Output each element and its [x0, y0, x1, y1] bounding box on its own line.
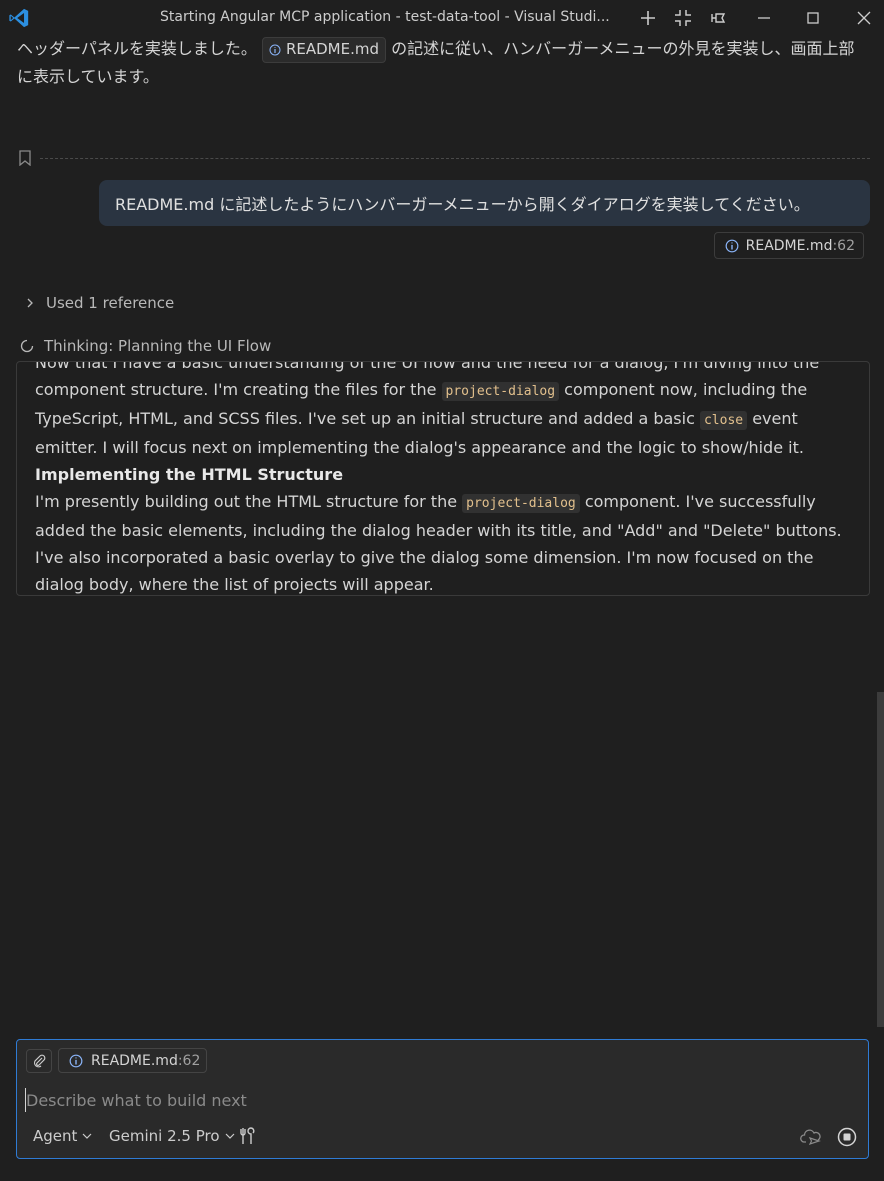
- model-dropdown[interactable]: Gemini 2.5 Pro: [109, 1127, 235, 1145]
- close-icon: [857, 11, 871, 25]
- close-window-button[interactable]: [852, 6, 876, 30]
- minimize-button[interactable]: [752, 6, 776, 30]
- attached-file-name: README.md: [91, 1052, 178, 1069]
- plus-icon: [641, 11, 655, 25]
- readme-file-chip-label: README.md: [285, 40, 379, 58]
- title-bar: Starting Angular MCP application - test-…: [0, 0, 884, 35]
- used-references-toggle[interactable]: Used 1 reference: [24, 294, 174, 312]
- paperclip-icon: [33, 1054, 46, 1068]
- tools-icon[interactable]: [238, 1126, 258, 1146]
- attached-file-line: :62: [177, 1052, 201, 1069]
- previous-response: ヘッダーパネルを実装しました。 README.md の記述に従い、ハンバーガーメ…: [17, 35, 867, 90]
- stop-icon[interactable]: [837, 1127, 857, 1147]
- user-message-reference-chip[interactable]: README.md:62: [713, 232, 864, 259]
- user-message-bubble: README.md に記述したようにハンバーガーメニューから開くダイアログを実装…: [99, 180, 870, 226]
- dashed-separator: [40, 157, 870, 159]
- readme-file-chip[interactable]: README.md: [261, 36, 386, 63]
- code-project-dialog-2: project-dialog: [462, 494, 580, 513]
- thinking-partial-line: Now that I have a basic understanding of…: [35, 361, 820, 372]
- minimize-icon: [758, 17, 770, 19]
- pin-icon: [711, 13, 726, 23]
- vscode-logo-icon: [9, 8, 29, 28]
- window-title: Starting Angular MCP application - test-…: [160, 9, 610, 25]
- code-project-dialog: project-dialog: [441, 382, 560, 401]
- chat-scroll-area[interactable]: ヘッダーパネルを実装しました。 README.md の記述に従い、ハンバーガーメ…: [0, 35, 878, 1035]
- thinking-p1-text-a: component structure. I'm creating the fi…: [35, 380, 442, 399]
- message-divider: [18, 149, 870, 167]
- thinking-content-box[interactable]: Now that I have a basic understanding of…: [16, 361, 870, 596]
- maximize-icon: [807, 12, 819, 24]
- user-message-text: README.md に記述したようにハンバーガーメニューから開くダイアログを実装…: [115, 195, 810, 214]
- chat-scrollbar[interactable]: [877, 692, 884, 1027]
- ref-file-name: README.md: [745, 237, 833, 254]
- restore-chat-button[interactable]: [671, 6, 695, 30]
- thinking-paragraph-1: component structure. I'm creating the fi…: [35, 376, 855, 461]
- thinking-content: Now that I have a basic understanding of…: [35, 361, 855, 595]
- chevron-down-icon: [225, 1133, 234, 1139]
- prompt-input[interactable]: [25, 1088, 855, 1112]
- chevron-down-icon: [82, 1133, 92, 1139]
- info-icon: [725, 239, 739, 252]
- chevron-right-icon: [27, 298, 33, 308]
- chat-input-panel: README.md:62 Agent Gemini 2.5 Pro: [16, 1039, 869, 1159]
- model-label: Gemini 2.5 Pro: [109, 1127, 220, 1145]
- mode-dropdown[interactable]: Agent: [33, 1127, 92, 1145]
- thinking-status[interactable]: Thinking: Planning the UI Flow: [20, 337, 271, 355]
- mode-label: Agent: [33, 1127, 78, 1145]
- pin-button[interactable]: [706, 6, 730, 30]
- thinking-heading: Implementing the HTML Structure: [35, 465, 344, 484]
- thinking-paragraph-2: I'm presently building out the HTML stru…: [35, 488, 855, 595]
- thinking-label: Thinking: Planning the UI Flow: [44, 337, 272, 355]
- collapse-icon: [675, 10, 691, 26]
- used-references-label: Used 1 reference: [46, 294, 175, 312]
- code-close: close: [699, 411, 748, 430]
- attached-file-chip[interactable]: README.md:62: [58, 1048, 208, 1073]
- info-icon: [69, 1054, 83, 1067]
- attach-context-button[interactable]: [26, 1049, 52, 1073]
- thinking-p2-text-a: I'm presently building out the HTML stru…: [35, 492, 463, 511]
- bookmark-icon[interactable]: [18, 150, 32, 166]
- info-icon: [269, 44, 281, 55]
- maximize-button[interactable]: [801, 6, 825, 30]
- ref-line-number: :62: [832, 237, 855, 254]
- new-chat-button[interactable]: [636, 6, 660, 30]
- cloud-send-icon[interactable]: [800, 1127, 822, 1147]
- spinner-icon: [20, 339, 34, 353]
- prev-response-text-before: ヘッダーパネルを実装しました。: [17, 39, 257, 58]
